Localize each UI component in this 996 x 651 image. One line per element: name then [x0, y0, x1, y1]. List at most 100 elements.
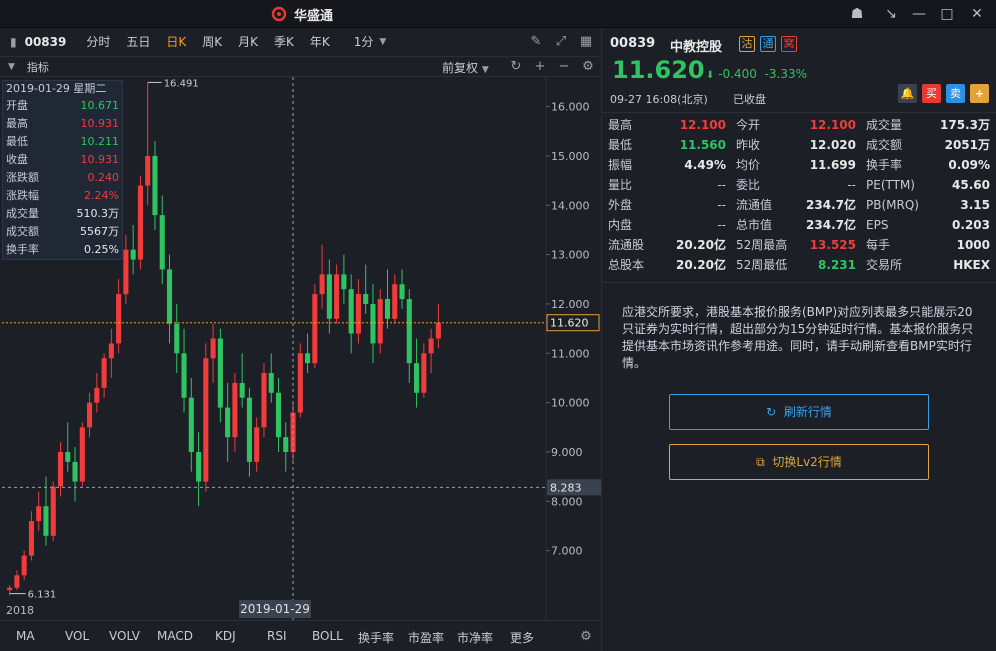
indicator-tab[interactable]: 市净率: [457, 629, 493, 646]
stat-value: 11.699: [809, 158, 856, 172]
quote-stats-grid: 最高 12.100 今开 12.100 成交量 175.3万 最低 11.560 昨收 12.02…: [602, 112, 996, 272]
current-price-label: 11.620: [550, 317, 589, 330]
candle-body: [239, 382, 245, 398]
grid-layout-icon[interactable]: ▦: [578, 34, 594, 50]
indicator-tab[interactable]: VOLV: [109, 629, 140, 643]
stat-label: 换手率: [866, 158, 903, 172]
stat-value: --: [717, 218, 726, 232]
y-tick-label: 16.000: [551, 101, 590, 114]
minimize-button[interactable]: —: [908, 4, 930, 24]
info-key: 开盘: [6, 99, 28, 112]
candle-body: [319, 274, 325, 295]
stat-value: 20.20亿: [676, 258, 726, 272]
period-tab[interactable]: 日K: [158, 28, 194, 57]
y-tick-label: 13.000: [551, 249, 590, 262]
candle-body: [414, 363, 420, 393]
lv2-label: 切换Lv2行情: [772, 455, 842, 469]
fullscreen-icon[interactable]: ⤢: [553, 34, 569, 50]
y-tick-label: 9.000: [551, 446, 583, 459]
period-tab[interactable]: 1分: [346, 28, 382, 57]
stat-value: 0.09%: [948, 158, 990, 172]
candle-body: [174, 323, 180, 354]
candle-body: [159, 215, 165, 270]
fuquan-select[interactable]: 前复权 ▼: [442, 59, 489, 76]
stat-label: 总市值: [736, 218, 773, 232]
stat-label: 总股本: [608, 258, 645, 272]
chevron-down-icon[interactable]: ▼: [379, 37, 386, 47]
info-key: 涨跌额: [6, 171, 39, 184]
buy-button[interactable]: 买: [922, 84, 941, 103]
draw-pen-icon[interactable]: ✎: [528, 34, 544, 50]
candle-body: [275, 392, 282, 438]
settings-gear-icon[interactable]: ⚙: [580, 59, 596, 75]
candle-body: [87, 402, 93, 428]
stat-value: 8.231: [818, 258, 856, 272]
candle-body: [435, 322, 441, 339]
collapse-icon[interactable]: ▼: [8, 62, 15, 72]
skin-icon[interactable]: ☗: [846, 4, 868, 24]
panel-toggle-icon[interactable]: ▮: [0, 28, 21, 57]
candle-body: [203, 358, 209, 482]
refresh-quote-button[interactable]: ↻ 刷新行情: [669, 394, 929, 430]
indicator-tab[interactable]: 更多: [510, 629, 534, 646]
switch-lv2-button[interactable]: ⧉ 切换Lv2行情: [669, 444, 929, 480]
period-tab[interactable]: 分时: [78, 28, 118, 57]
info-value: 0.25%: [84, 243, 119, 256]
indicator-tab[interactable]: MA: [16, 629, 35, 643]
period-tab[interactable]: 年K: [302, 28, 338, 57]
candle-body: [166, 269, 173, 324]
stat-label: 成交额: [866, 138, 903, 152]
stat-value: 12.100: [679, 118, 726, 132]
stat-label: 昨收: [736, 138, 761, 152]
candle-body: [370, 303, 376, 344]
sell-button[interactable]: 卖: [946, 84, 965, 103]
candle-body: [428, 338, 434, 354]
stat-value: --: [847, 178, 856, 192]
indicator-tab[interactable]: MACD: [157, 629, 193, 643]
indicator-tab[interactable]: 市盈率: [408, 629, 444, 646]
add-watchlist-button[interactable]: +: [970, 84, 989, 103]
info-rows: 开盘 10.671 最高 10.931 最低 10.211 收盘 10.931 涨跌额 0.240…: [3, 97, 122, 259]
indicator-label[interactable]: 指标: [27, 59, 49, 75]
candle-body: [137, 185, 143, 260]
quote-change: ⬇ -0.400 -3.33%: [706, 67, 807, 81]
indicator-tab[interactable]: 换手率: [358, 629, 394, 646]
min-price-label: 6.131: [28, 590, 57, 601]
period-tab[interactable]: 周K: [194, 28, 230, 57]
period-tab[interactable]: 五日: [118, 28, 158, 57]
stat-label: 均价: [736, 158, 761, 172]
candle-body: [65, 451, 71, 462]
period-tab[interactable]: 季K: [266, 28, 302, 57]
candle-body: [123, 249, 129, 295]
indicator-subbar: ▼ 指标 前复权 ▼ ↻ + − ⚙: [0, 57, 601, 77]
close-button[interactable]: ✕: [966, 4, 988, 24]
period-tab[interactable]: 月K: [230, 28, 266, 57]
candle-body: [43, 506, 49, 536]
indicator-tab[interactable]: KDJ: [215, 629, 236, 643]
y-tick-label: 12.000: [551, 298, 590, 311]
candle-body: [181, 353, 187, 398]
candle-body: [305, 353, 311, 364]
candle-body: [36, 506, 42, 522]
copy-icon: ⧉: [756, 455, 765, 469]
indicator-tab[interactable]: VOL: [65, 629, 89, 643]
badge-warrant: 窝: [781, 36, 797, 52]
badge-short-sell: 沽: [739, 36, 755, 52]
indicator-tab[interactable]: RSI: [267, 629, 287, 643]
alert-bell-icon[interactable]: 🔔: [898, 84, 917, 103]
stat-value: 13.525: [809, 238, 856, 252]
indicator-settings-icon[interactable]: ⚙: [578, 629, 594, 645]
candle-body: [421, 353, 427, 393]
info-row: 涨跌幅 2.24%: [3, 187, 122, 205]
crosshair-date-tag: 2019-01-29: [239, 600, 311, 618]
zoom-in-icon[interactable]: +: [532, 59, 548, 75]
maximize-button[interactable]: □: [936, 4, 958, 24]
indicator-tab[interactable]: BOLL: [312, 629, 343, 643]
zoom-out-icon[interactable]: −: [556, 59, 572, 75]
shrink-icon[interactable]: ↘: [880, 4, 902, 24]
stat-value: 12.100: [809, 118, 856, 132]
stat-label: 每手: [866, 238, 891, 252]
stat-label: 流通股: [608, 238, 645, 252]
stat-label: EPS: [866, 218, 889, 232]
refresh-icon[interactable]: ↻: [508, 59, 524, 75]
